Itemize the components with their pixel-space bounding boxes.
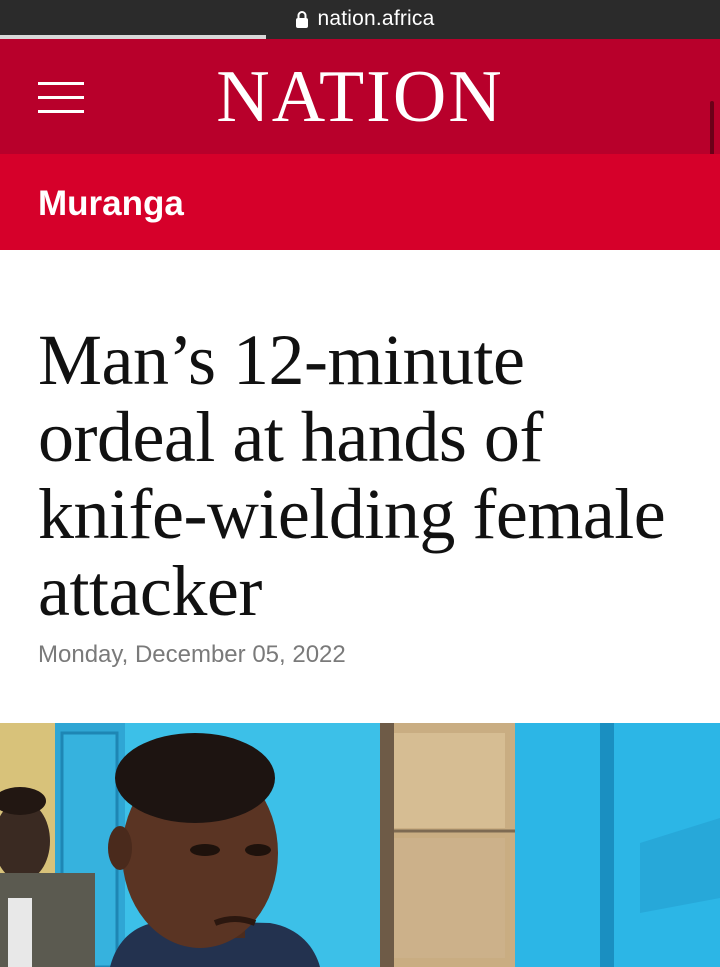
- hero-photo: [0, 723, 720, 967]
- browser-address-bar[interactable]: nation.africa: [0, 0, 720, 38]
- site-logo[interactable]: NATION: [0, 59, 720, 135]
- site-masthead: NATION: [0, 39, 720, 211]
- lock-icon: [296, 11, 309, 28]
- article-headline: Man’s 12-minute ordeal at hands of knife…: [38, 320, 666, 631]
- url-text: nation.africa: [317, 7, 435, 30]
- article-hero-image[interactable]: [0, 723, 720, 967]
- article-date: Monday, December 05, 2022: [38, 641, 346, 668]
- section-bar: Muranga: [0, 154, 720, 250]
- section-link-muranga[interactable]: Muranga: [38, 184, 184, 224]
- url-display[interactable]: nation.africa: [295, 7, 434, 31]
